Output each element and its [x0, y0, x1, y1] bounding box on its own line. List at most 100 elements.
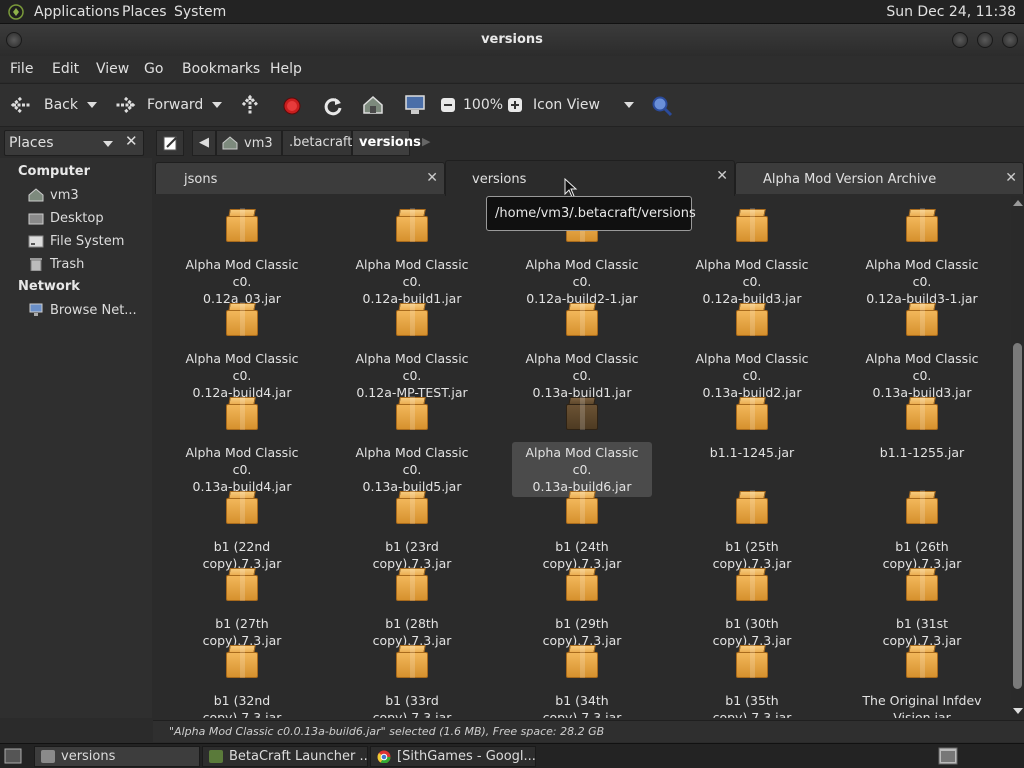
window-titlebar[interactable]: versions: [0, 24, 1024, 56]
sidebar-heading-computer: Computer: [18, 164, 91, 179]
jar-package-icon: [226, 567, 258, 603]
file-name: Alpha Mod Classic c0. 0.12a-MP-TEST.jar: [342, 348, 482, 403]
close-tab-icon[interactable]: ✕: [426, 170, 438, 186]
file-item[interactable]: b1 (30th copy).7.3.jar: [682, 567, 822, 651]
forward-arrow-icon[interactable]: [114, 96, 136, 114]
breadcrumb-scroll-left[interactable]: ◀: [192, 130, 216, 156]
toggle-location-entry-button[interactable]: [156, 130, 184, 156]
scroll-down-icon[interactable]: [1013, 708, 1023, 714]
file-item[interactable]: Alpha Mod Classic c0. 0.13a-build1.jar: [512, 302, 652, 403]
file-item[interactable]: Alpha Mod Classic c0. 0.12a_03.jar: [172, 208, 312, 309]
forward-history-dropdown-icon[interactable]: [212, 102, 222, 108]
file-item[interactable]: b1 (26th copy).7.3.jar: [852, 490, 992, 574]
view-mode-dropdown-icon[interactable]: [624, 102, 634, 108]
back-history-dropdown-icon[interactable]: [87, 102, 97, 108]
file-item[interactable]: b1 (31st copy).7.3.jar: [852, 567, 992, 651]
close-tab-icon[interactable]: ✕: [1005, 170, 1017, 186]
file-name-line: Alpha Mod Classic c0.: [865, 351, 979, 383]
close-window-button[interactable]: [1002, 32, 1018, 48]
file-item[interactable]: b1 (34th copy).7.3.jar: [512, 644, 652, 718]
search-icon[interactable]: [651, 95, 673, 117]
jar-package-icon: [906, 208, 938, 244]
clock[interactable]: Sun Dec 24, 11:38: [886, 4, 1016, 20]
file-item[interactable]: Alpha Mod Classic c0. 0.13a-build4.jar: [172, 396, 312, 497]
file-item[interactable]: Alpha Mod Classic c0. 0.12a-build3.jar: [682, 208, 822, 309]
file-item[interactable]: b1 (23rd copy).7.3.jar: [342, 490, 482, 574]
system-menu[interactable]: System: [174, 4, 226, 20]
breadcrumb-scroll-right[interactable]: ▶: [422, 135, 430, 148]
tab-alpha-mod-version-archive[interactable]: Alpha Mod Version Archive ✕: [735, 162, 1024, 194]
workspace-switcher-icon[interactable]: [938, 747, 958, 765]
menu-go[interactable]: Go: [144, 61, 163, 77]
menu-file[interactable]: File: [10, 61, 33, 77]
file-item[interactable]: Alpha Mod Classic c0. 0.13a-build6.jar: [512, 396, 652, 497]
file-item[interactable]: Alpha Mod Classic c0. 0.12a-MP-TEST.jar: [342, 302, 482, 403]
file-name-line: Alpha Mod Classic c0.: [355, 351, 469, 383]
file-item[interactable]: Alpha Mod Classic c0. 0.12a-build4.jar: [172, 302, 312, 403]
file-item[interactable]: Alpha Mod Classic c0. 0.12a-build3-1.jar: [852, 208, 992, 309]
close-tab-icon[interactable]: ✕: [716, 168, 728, 184]
taskbar-item-versions[interactable]: versions: [34, 746, 200, 767]
breadcrumb-vm3[interactable]: vm3: [216, 130, 282, 156]
sidebar-item-vm3[interactable]: vm3: [28, 186, 148, 206]
computer-icon[interactable]: [404, 94, 426, 116]
tab-versions[interactable]: versions ✕: [445, 160, 735, 196]
file-item[interactable]: Alpha Mod Classic c0. 0.13a-build3.jar: [852, 302, 992, 403]
zoom-out-icon[interactable]: [440, 97, 456, 113]
file-item[interactable]: b1 (33rd copy).7.3.jar: [342, 644, 482, 718]
breadcrumb-versions[interactable]: versions: [352, 130, 421, 156]
drive-icon: [28, 235, 44, 248]
jar-package-icon: [736, 567, 768, 603]
file-name: b1.1-1245.jar: [706, 442, 798, 463]
file-item[interactable]: b1 (25th copy).7.3.jar: [682, 490, 822, 574]
reload-icon[interactable]: [322, 95, 344, 117]
file-item[interactable]: Alpha Mod Classic c0. 0.13a-build5.jar: [342, 396, 482, 497]
minimize-button[interactable]: [952, 32, 968, 48]
applications-menu[interactable]: Applications: [34, 4, 120, 20]
menu-bookmarks[interactable]: Bookmarks: [182, 61, 260, 77]
file-item[interactable]: Alpha Mod Classic c0. 0.13a-build2.jar: [682, 302, 822, 403]
sidebar-selector[interactable]: Places: [4, 130, 144, 156]
sidebar-item-desktop[interactable]: Desktop: [28, 209, 148, 229]
breadcrumb-betacraft[interactable]: .betacraft: [282, 130, 352, 156]
up-arrow-icon[interactable]: [240, 94, 260, 116]
show-desktop-icon[interactable]: [4, 748, 22, 764]
sidebar-item-file-system[interactable]: File System: [28, 232, 148, 252]
file-item[interactable]: The Original Infdev Vision.jar: [852, 644, 992, 718]
tab-jsons[interactable]: jsons ✕: [155, 162, 445, 194]
back-arrow-icon[interactable]: [10, 96, 32, 114]
forward-button[interactable]: Forward: [147, 97, 203, 113]
sidebar-item-trash[interactable]: Trash: [28, 255, 148, 275]
scrollbar-thumb[interactable]: [1013, 343, 1022, 689]
file-name-line: Alpha Mod Classic c0.: [865, 257, 979, 289]
file-item[interactable]: b1 (27th copy).7.3.jar: [172, 567, 312, 651]
file-item[interactable]: b1 (24th copy).7.3.jar: [512, 490, 652, 574]
maximize-button[interactable]: [977, 32, 993, 48]
system-logo-icon[interactable]: [8, 4, 24, 20]
jar-package-icon: [396, 567, 428, 603]
file-item[interactable]: b1 (32nd copy).7.3.jar: [172, 644, 312, 718]
close-sidebar-icon[interactable]: ✕: [125, 132, 138, 150]
taskbar-item-browser[interactable]: [SithGames - Googl...: [370, 746, 536, 767]
file-item[interactable]: b1 (29th copy).7.3.jar: [512, 567, 652, 651]
menu-view[interactable]: View: [96, 61, 129, 77]
file-item[interactable]: b1 (22nd copy).7.3.jar: [172, 490, 312, 574]
menu-edit[interactable]: Edit: [52, 61, 79, 77]
places-menu[interactable]: Places: [122, 4, 167, 20]
home-icon[interactable]: [362, 95, 384, 115]
file-item[interactable]: b1 (28th copy).7.3.jar: [342, 567, 482, 651]
view-mode-select[interactable]: Icon View: [533, 97, 600, 113]
zoom-in-icon[interactable]: [507, 97, 523, 113]
file-item[interactable]: Alpha Mod Classic c0. 0.12a-build1.jar: [342, 208, 482, 309]
menu-help[interactable]: Help: [270, 61, 302, 77]
file-item[interactable]: b1 (35th copy).7.3.jar: [682, 644, 822, 718]
file-item[interactable]: b1.1-1245.jar: [682, 396, 822, 463]
sidebar-item-browse-network[interactable]: Browse Net...: [28, 301, 148, 321]
file-item[interactable]: b1.1-1255.jar: [852, 396, 992, 463]
file-name: Alpha Mod Classic c0. 0.12a_03.jar: [172, 254, 312, 309]
back-button[interactable]: Back: [44, 97, 78, 113]
scroll-up-icon[interactable]: [1013, 200, 1023, 206]
stop-icon[interactable]: [282, 96, 302, 116]
taskbar-item-betacraft[interactable]: BetaCraft Launcher ...: [202, 746, 368, 767]
file-icon-view[interactable]: Alpha Mod Classic c0. 0.12a_03.jar Alpha M…: [153, 196, 1011, 718]
